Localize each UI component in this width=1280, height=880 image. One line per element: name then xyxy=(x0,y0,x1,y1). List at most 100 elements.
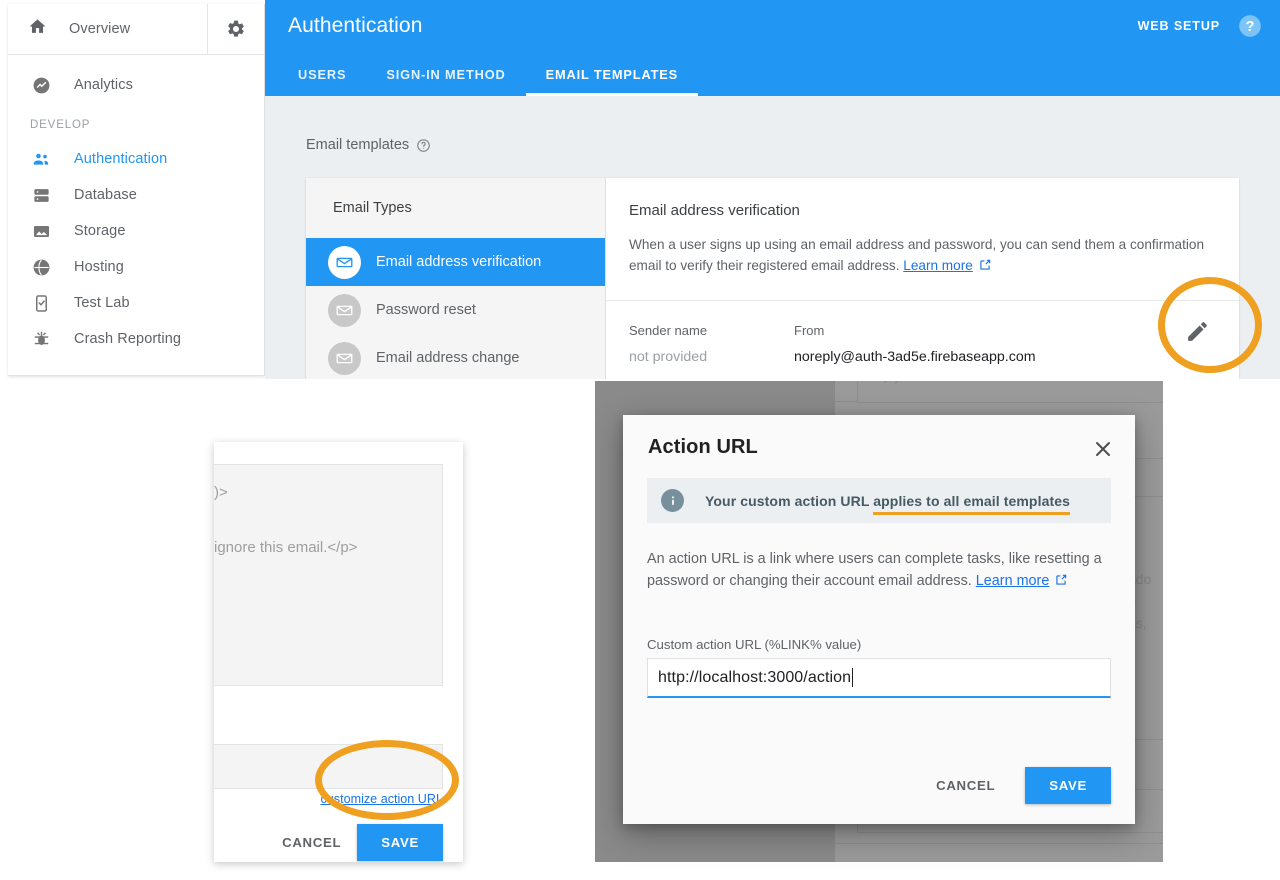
obscured-reply-to-text: reply-to email address xyxy=(871,381,1009,383)
envelope-icon xyxy=(328,245,361,279)
page-title: Authentication xyxy=(288,14,423,37)
email-type-password-reset[interactable]: Password reset xyxy=(306,286,605,334)
tab-sign-in-method[interactable]: SIGN-IN METHOD xyxy=(366,52,525,96)
bug-icon xyxy=(30,328,52,350)
home-icon xyxy=(28,17,47,41)
detail-title: Email address verification xyxy=(629,202,800,219)
email-type-label-password-reset: Password reset xyxy=(376,302,476,318)
help-icon[interactable]: ? xyxy=(1237,13,1263,39)
tab-users[interactable]: USERS xyxy=(278,52,366,96)
email-types-panel: Email Types Email address verification P… xyxy=(306,178,606,379)
edit-dialog-actions: CANCEL SAVE xyxy=(214,822,443,862)
sidebar-item-database[interactable]: Database xyxy=(8,177,264,213)
email-type-email-address-change[interactable]: Email address change xyxy=(306,334,605,379)
sidebar: Overview Analytics DEVELOP Authenticatio… xyxy=(8,4,265,376)
email-body-textarea[interactable]: )> ignore this email.</p> xyxy=(214,464,443,686)
sidebar-item-test-lab[interactable]: Test Lab xyxy=(8,285,264,321)
page-body: Email templates Email Types Email addres… xyxy=(265,96,1280,379)
sidebar-item-crash-reporting[interactable]: Crash Reporting xyxy=(8,321,264,357)
email-type-email-address-verification[interactable]: Email address verification xyxy=(306,238,605,286)
action-url-learn-more-link[interactable]: Learn more xyxy=(976,573,1050,589)
obscured-reply-to-input xyxy=(857,381,1163,403)
people-icon xyxy=(30,148,52,170)
action-url-save-button[interactable]: SAVE xyxy=(1025,767,1111,804)
email-type-label-verification: Email address verification xyxy=(376,254,542,270)
custom-action-url-label: Custom action URL (%LINK% value) xyxy=(647,637,862,652)
app-bar: Authentication WEB SETUP ? xyxy=(265,0,1280,52)
action-url-dialog-title: Action URL xyxy=(648,436,758,458)
sidebar-header: Overview xyxy=(8,4,264,55)
sidebar-label-hosting: Hosting xyxy=(74,259,124,275)
section-heading-label: Email templates xyxy=(306,137,410,153)
detail-description: When a user signs up using an email addr… xyxy=(629,234,1209,278)
action-url-cancel-button[interactable]: CANCEL xyxy=(920,768,1011,803)
main-content: Authentication WEB SETUP ? USERS SIGN-IN… xyxy=(265,0,1280,379)
external-link-icon xyxy=(978,257,992,278)
envelope-icon xyxy=(328,341,361,375)
from-field: From noreply@auth-3ad5e.firebaseapp.com xyxy=(794,323,1036,379)
text-caret xyxy=(852,668,854,687)
sidebar-item-hosting[interactable]: Hosting xyxy=(8,249,264,285)
sidebar-item-overview[interactable]: Overview xyxy=(8,4,207,54)
action-url-description: An action URL is a link where users can … xyxy=(647,548,1111,594)
web-setup-button[interactable]: WEB SETUP xyxy=(1138,19,1220,33)
sender-fields-row: Sender name not provided From noreply@au… xyxy=(606,301,1239,379)
section-heading: Email templates xyxy=(306,137,1239,153)
customize-action-url-link[interactable]: customize action URL xyxy=(321,792,444,806)
action-url-dialog: Action URL Your custom action URL applie… xyxy=(623,415,1135,824)
sender-name-label: Sender name xyxy=(629,323,708,338)
sidebar-item-storage[interactable]: Storage xyxy=(8,213,264,249)
sidebar-section-develop: DEVELOP xyxy=(30,119,91,131)
detail-learn-more-link[interactable]: Learn more xyxy=(903,258,973,273)
sidebar-overview-label: Overview xyxy=(69,21,131,37)
svg-text:?: ? xyxy=(1246,19,1255,35)
sender-name-value: not provided xyxy=(629,349,708,365)
action-url-info-text: Your custom action URL applies to all em… xyxy=(705,492,1070,515)
tab-email-templates[interactable]: EMAIL TEMPLATES xyxy=(525,52,699,96)
email-template-edit-dialog: )> ignore this email.</p> customize acti… xyxy=(214,442,463,862)
sidebar-label-crash-reporting: Crash Reporting xyxy=(74,331,182,347)
edit-dialog-save-button[interactable]: SAVE xyxy=(357,823,443,861)
action-url-preview-field xyxy=(214,744,443,789)
tab-bar: USERS SIGN-IN METHOD EMAIL TEMPLATES xyxy=(265,52,1280,96)
detail-header: Email address verification When a user s… xyxy=(606,178,1239,301)
email-types-header: Email Types xyxy=(333,200,412,216)
gear-icon[interactable] xyxy=(207,4,264,54)
sidebar-item-authentication[interactable]: Authentication xyxy=(8,141,264,177)
action-url-dialog-actions: CANCEL SAVE xyxy=(920,767,1111,804)
sender-name-field: Sender name not provided xyxy=(629,323,794,379)
email-body-line-2: ignore this email.</p> xyxy=(214,539,358,556)
analytics-icon xyxy=(30,74,52,96)
edit-dialog-cancel-button[interactable]: CANCEL xyxy=(266,825,357,860)
custom-action-url-value: http://localhost:3000/action xyxy=(658,668,852,686)
pencil-icon[interactable] xyxy=(1185,319,1211,345)
sidebar-item-analytics[interactable]: Analytics xyxy=(8,67,264,103)
sidebar-label-analytics: Analytics xyxy=(74,77,133,93)
help-circle-icon[interactable] xyxy=(416,138,431,153)
email-body-line-1: )> xyxy=(214,484,228,501)
globe-icon xyxy=(30,256,52,278)
test-lab-icon xyxy=(30,292,52,314)
storage-icon xyxy=(30,220,52,242)
email-type-label-address-change: Email address change xyxy=(376,350,520,366)
email-template-detail: Email address verification When a user s… xyxy=(606,178,1239,379)
sidebar-label-authentication: Authentication xyxy=(74,151,168,167)
email-templates-card: Email Types Email address verification P… xyxy=(306,178,1239,379)
custom-action-url-input[interactable]: http://localhost:3000/action xyxy=(647,658,1111,698)
from-label: From xyxy=(794,323,825,338)
close-icon[interactable] xyxy=(1091,437,1115,461)
action-url-info-banner: Your custom action URL applies to all em… xyxy=(647,478,1111,523)
screenshot-root: Overview Analytics DEVELOP Authenticatio… xyxy=(0,0,1280,880)
info-icon xyxy=(661,489,684,512)
sidebar-label-storage: Storage xyxy=(74,223,126,239)
action-url-info-text-underlined: applies to all email templates xyxy=(873,492,1070,515)
database-icon xyxy=(30,184,52,206)
external-link-icon xyxy=(1054,572,1068,594)
customize-action-url-row: customize action URL xyxy=(214,792,444,806)
firebase-console-section: Overview Analytics DEVELOP Authenticatio… xyxy=(0,0,1280,379)
sidebar-label-test-lab: Test Lab xyxy=(74,295,130,311)
from-value: noreply@auth-3ad5e.firebaseapp.com xyxy=(794,349,1036,365)
sidebar-label-database: Database xyxy=(74,187,137,203)
sidebar-nav-list: Analytics DEVELOP Authentication Databas… xyxy=(8,55,264,357)
envelope-icon xyxy=(328,293,361,327)
